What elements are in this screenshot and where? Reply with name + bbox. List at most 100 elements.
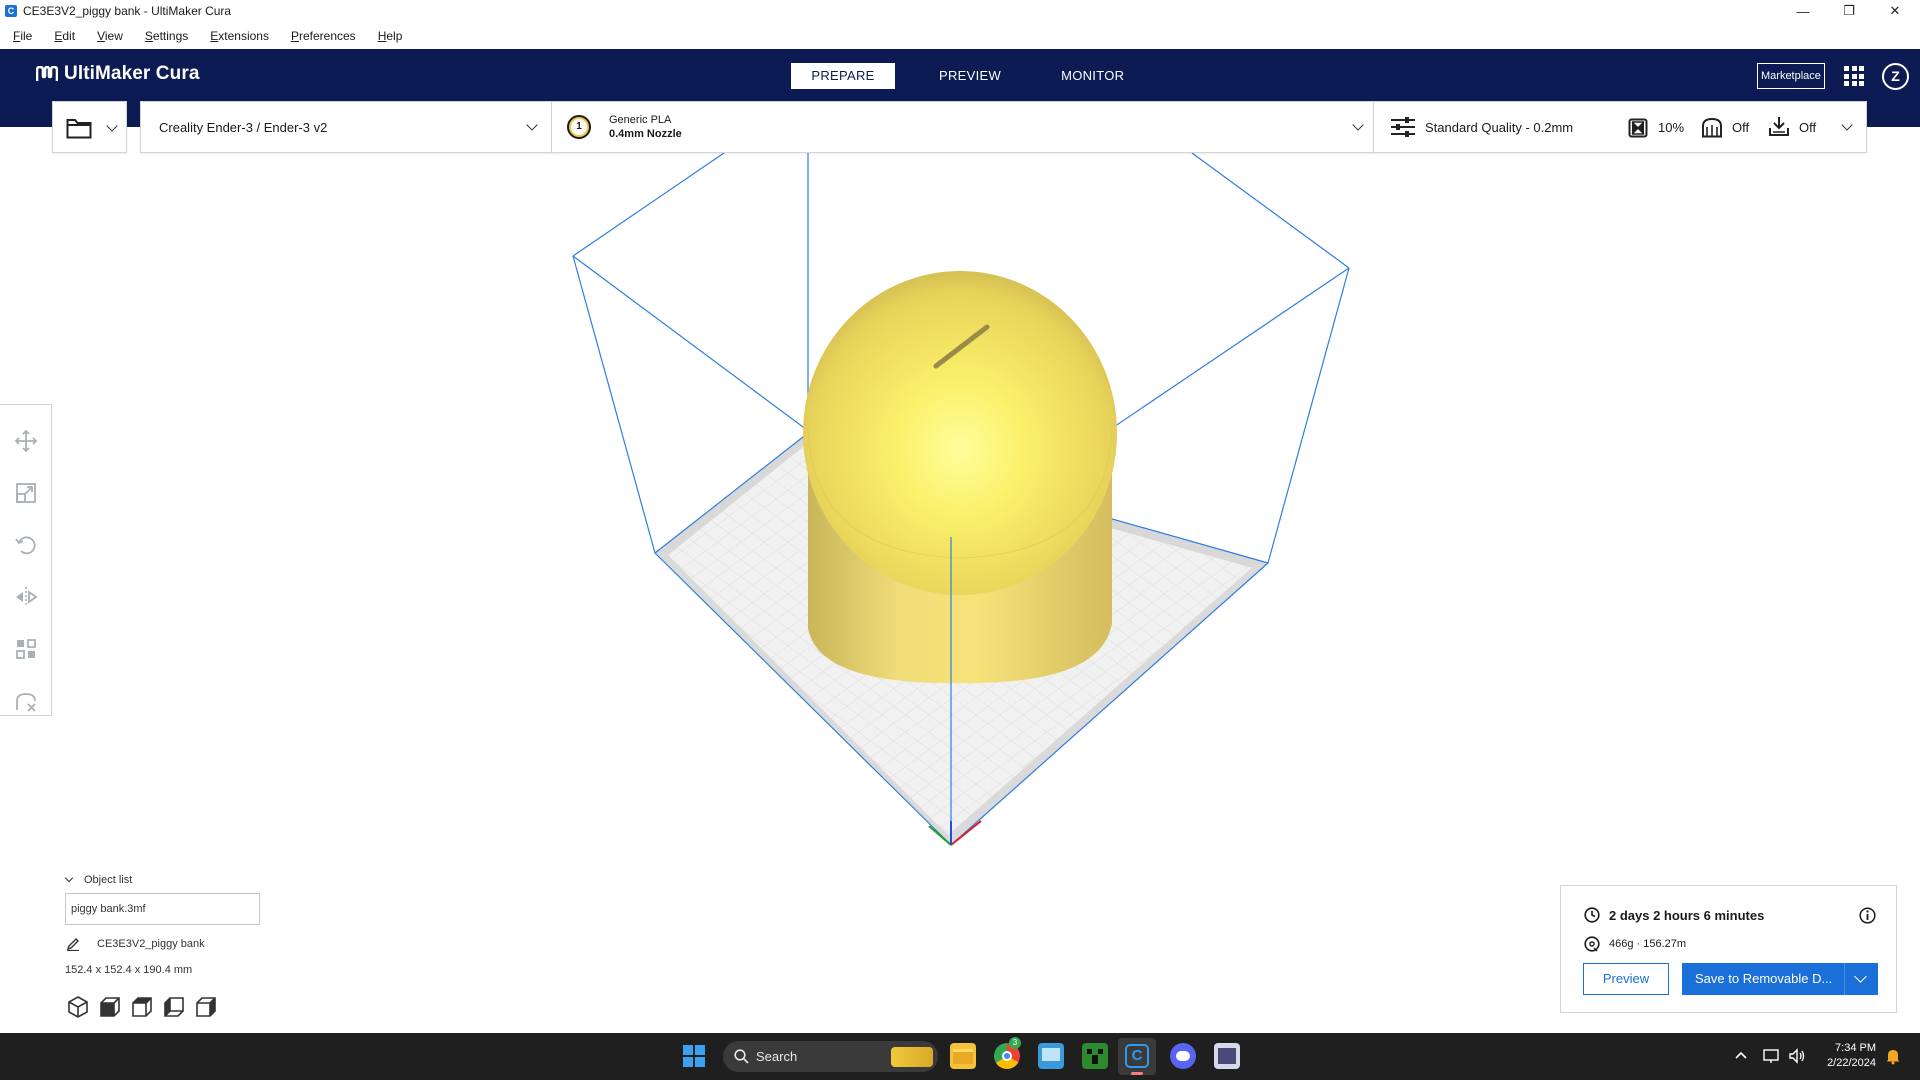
build-volume-edge <box>1267 267 1350 564</box>
chrome-badge: 3 <box>1009 1037 1021 1049</box>
object-dimensions: 152.4 x 152.4 x 190.4 mm <box>65 964 193 976</box>
infill-value: 10% <box>1658 120 1685 135</box>
account-avatar[interactable]: Z <box>1882 63 1909 90</box>
build-volume-edge <box>572 255 656 554</box>
adhesion-icon <box>1769 117 1789 136</box>
print-time-row: 2 days 2 hours 6 minutes <box>1584 907 1764 923</box>
build-volume-edge <box>572 152 725 257</box>
infill-icon <box>1628 118 1648 138</box>
chrome-icon[interactable]: 3 <box>994 1037 1021 1069</box>
clock-icon <box>1584 907 1600 923</box>
menu-view[interactable]: View <box>97 27 123 45</box>
tool-panel <box>0 404 52 716</box>
mirror-tool-icon[interactable] <box>14 585 38 609</box>
tab-monitor[interactable]: MONITOR <box>1035 63 1150 89</box>
top-view-icon[interactable] <box>130 995 154 1019</box>
print-info-panel: 2 days 2 hours 6 minutes 466g · 156.27m … <box>1560 885 1897 1013</box>
cura-app-icon: C <box>5 5 17 17</box>
printer-name: Creality Ender-3 / Ender-3 v2 <box>159 119 328 135</box>
clock-time: 7:34 PM <box>1835 1042 1876 1054</box>
network-icon[interactable] <box>1762 1047 1780 1065</box>
menu-bar: File Edit View Settings Extensions Prefe… <box>0 22 1920 49</box>
marketplace-button[interactable]: Marketplace <box>1757 63 1825 89</box>
adhesion-value: Off <box>1799 120 1817 135</box>
printer-selector[interactable]: Creality Ender-3 / Ender-3 v2 <box>140 101 552 153</box>
material-selector[interactable]: 1 Generic PLA 0.4mm Nozzle <box>551 101 1374 153</box>
extruder-icon: 1 <box>567 115 591 139</box>
object-list-file[interactable]: piggy bank.3mf <box>65 893 260 925</box>
object-name: CE3E3V2_piggy bank <box>97 938 205 950</box>
material-usage-row: 466g · 156.27m <box>1584 936 1686 952</box>
tab-prepare[interactable]: PREPARE <box>791 63 895 89</box>
extruder-number: 1 <box>571 119 587 135</box>
front-view-icon[interactable] <box>98 995 122 1019</box>
apps-grid-icon[interactable] <box>1844 66 1864 86</box>
restore-button[interactable]: ❐ <box>1826 0 1872 22</box>
menu-extensions[interactable]: Extensions <box>210 27 269 45</box>
search-icon <box>734 1049 749 1064</box>
clock-date: 2/22/2024 <box>1827 1057 1876 1069</box>
brand-name: UltiMaker Cura <box>64 63 200 84</box>
folder-icon <box>66 119 92 139</box>
3d-view-icon[interactable] <box>66 995 90 1019</box>
preview-button[interactable]: Preview <box>1583 963 1669 995</box>
window-title-bar: C CE3E3V2_piggy bank - UltiMaker Cura — … <box>0 0 1920 22</box>
menu-settings[interactable]: Settings <box>145 27 188 45</box>
cura-taskbar-active[interactable]: C <box>1118 1038 1156 1075</box>
right-view-icon[interactable] <box>194 995 218 1019</box>
tab-preview[interactable]: PREVIEW <box>913 63 1027 89</box>
support-icon <box>1702 117 1722 138</box>
left-view-icon[interactable] <box>162 995 186 1019</box>
print-time: 2 days 2 hours 6 minutes <box>1609 907 1765 923</box>
search-label: Search <box>756 1049 798 1064</box>
chevron-down-icon <box>106 120 118 132</box>
close-button[interactable]: ✕ <box>1872 0 1918 22</box>
print-settings-selector[interactable]: Standard Quality - 0.2mm 10% Off Off <box>1373 101 1867 153</box>
app-icon[interactable] <box>1214 1043 1240 1069</box>
object-name-row[interactable]: CE3E3V2_piggy bank <box>66 937 205 951</box>
save-options-dropdown[interactable] <box>1844 963 1878 995</box>
rotate-tool-icon[interactable] <box>14 533 38 557</box>
minimize-button[interactable]: — <box>1780 0 1826 22</box>
camera-view-buttons <box>66 995 226 1019</box>
minecraft-icon[interactable] <box>1082 1043 1108 1069</box>
open-file-button[interactable] <box>52 101 127 153</box>
ultimaker-logo: UltiMaker Cura <box>36 63 200 85</box>
object-list-toggle[interactable]: Object list <box>64 873 132 886</box>
menu-help[interactable]: Help <box>378 27 403 45</box>
discord-icon[interactable] <box>1170 1043 1196 1069</box>
chevron-down-icon <box>1841 119 1853 131</box>
notification-bell-icon[interactable] <box>1884 1047 1902 1065</box>
windows-start-icon[interactable] <box>683 1045 705 1067</box>
material-name: Generic PLA <box>609 114 672 126</box>
save-to-removable-drive-button[interactable]: Save to Removable D... <box>1682 963 1878 995</box>
chevron-down-icon <box>1352 119 1364 131</box>
menu-file[interactable]: File <box>13 27 32 45</box>
windows-taskbar: Search 3 C 7:34 PM 2/22/2024 <box>0 1033 1920 1080</box>
model-dome[interactable] <box>803 271 1117 595</box>
taskbar-clock[interactable]: 7:34 PM 2/22/2024 <box>1810 1041 1876 1071</box>
material-usage: 466g · 156.27m <box>1609 938 1687 950</box>
window-title: CE3E3V2_piggy bank - UltiMaker Cura <box>23 4 232 18</box>
menu-preferences[interactable]: Preferences <box>291 27 356 45</box>
pencil-icon <box>66 938 79 951</box>
chevron-up-icon[interactable] <box>1732 1047 1750 1065</box>
taskbar-search[interactable]: Search <box>723 1041 938 1072</box>
cura-taskbar-icon: C <box>1125 1044 1149 1068</box>
scale-tool-icon[interactable] <box>14 481 38 505</box>
ultimaker-logo-icon <box>36 66 58 81</box>
save-button-label: Save to Removable D... <box>1695 971 1833 986</box>
control-panel-icon[interactable] <box>1038 1043 1064 1069</box>
spool-icon <box>1584 936 1600 952</box>
per-model-settings-icon[interactable] <box>14 637 38 661</box>
volume-icon[interactable] <box>1788 1047 1806 1065</box>
support-blocker-icon[interactable] <box>14 689 38 713</box>
build-volume-edge <box>1191 152 1350 269</box>
move-tool-icon[interactable] <box>14 429 38 453</box>
quality-profile: Standard Quality - 0.2mm <box>1425 120 1574 135</box>
menu-edit[interactable]: Edit <box>54 27 75 45</box>
file-explorer-icon[interactable] <box>950 1043 976 1069</box>
info-icon[interactable] <box>1859 907 1876 924</box>
chevron-down-icon <box>1854 970 1867 983</box>
support-value: Off <box>1732 120 1750 135</box>
